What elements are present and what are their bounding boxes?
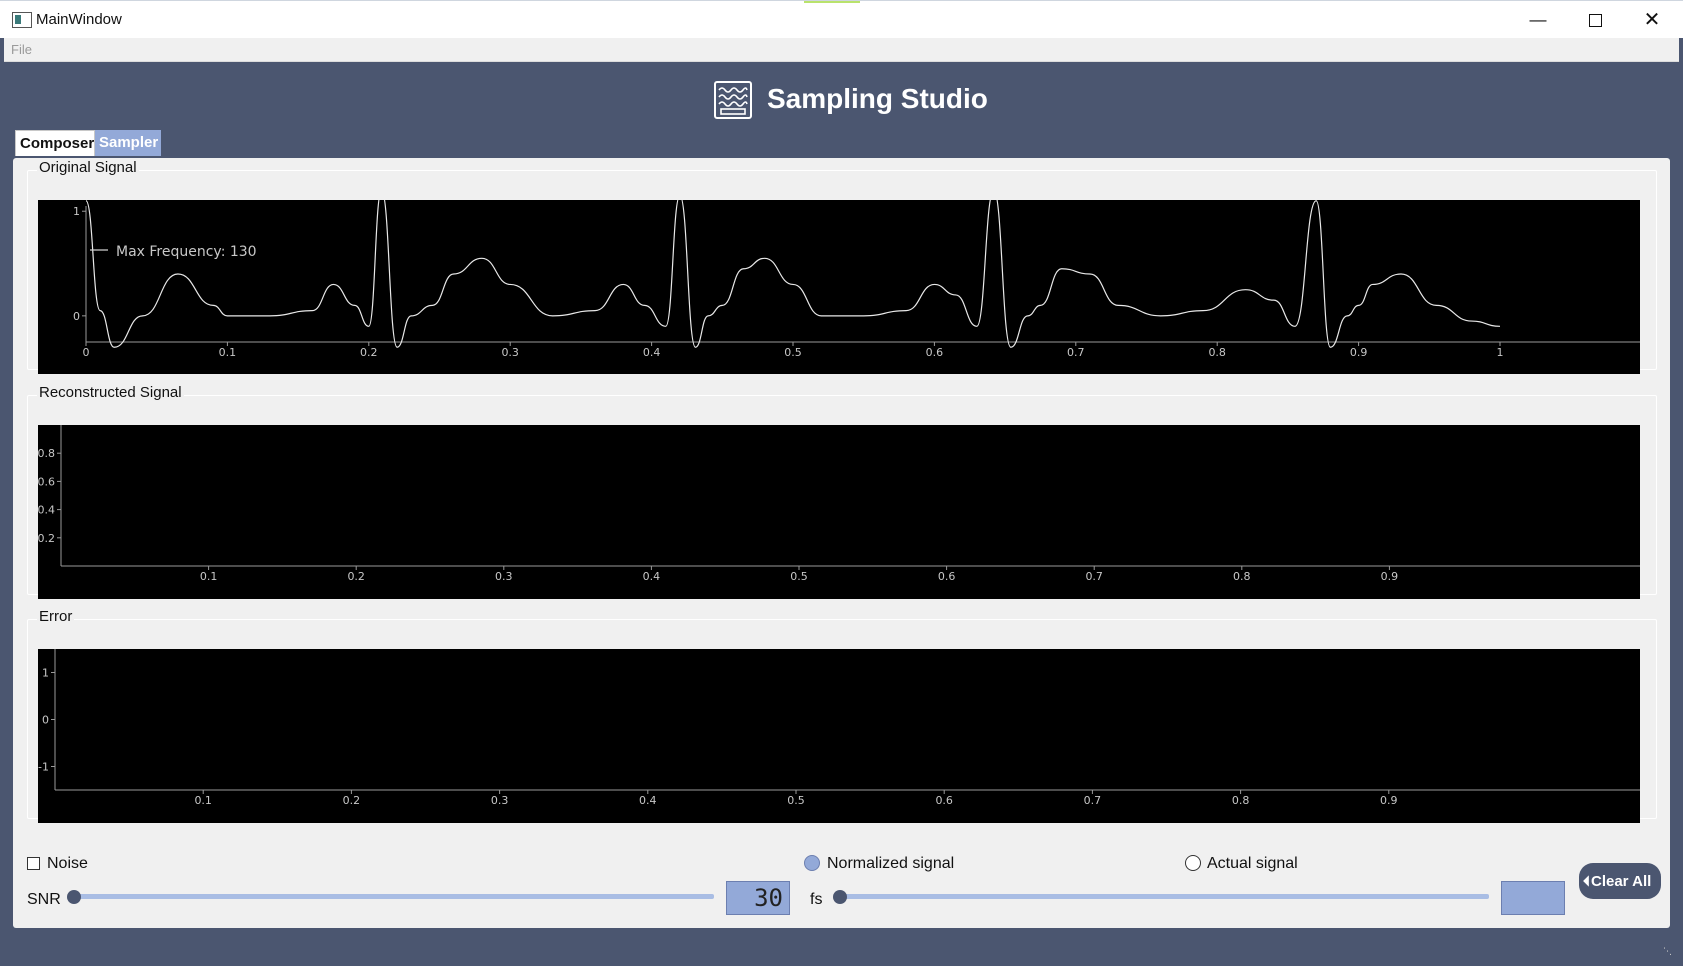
snr-value-display: 30 <box>726 881 790 915</box>
x-tick-label: 0.5 <box>787 794 805 807</box>
reconstructed-signal-title: Reconstructed Signal <box>37 384 184 401</box>
original-signal-group: Original Signal 0 0.1 0.2 0.3 0.4 0.5 0.6 0.7 0.… <box>27 159 1657 374</box>
x-tick-label: 0.9 <box>1350 346 1368 359</box>
title-bar: MainWindow — ✕ <box>0 0 1683 38</box>
x-tick-label: 0.1 <box>194 794 212 807</box>
app-header: Sampling Studio <box>4 74 1679 122</box>
error-group: Error 0.1 0.2 0.3 0.4 0.5 0.6 0.7 0.8 0.9 1 0 -1 <box>27 608 1657 823</box>
tab-sampler[interactable]: Sampler <box>95 130 161 156</box>
app-window-icon <box>12 12 32 28</box>
y-tick-label: -1 <box>38 761 49 774</box>
menu-bar: File <box>4 38 1679 62</box>
x-tick-label: 0.2 <box>347 570 365 583</box>
main-window-content: Sampling Studio Composer Sampler Origina… <box>4 62 1679 962</box>
reconstructed-signal-plot[interactable]: 0.1 0.2 0.3 0.4 0.5 0.6 0.7 0.8 0.9 0.8 0.6 0.4 0.2 <box>38 425 1640 599</box>
x-tick-label: 0.5 <box>790 570 808 583</box>
normalized-signal-radio[interactable] <box>804 855 820 871</box>
minimize-icon[interactable]: — <box>1518 7 1558 33</box>
snr-label: SNR <box>27 891 61 908</box>
x-tick-label: 0.7 <box>1085 570 1103 583</box>
y-tick-label: 1 <box>73 205 80 218</box>
maximize-icon[interactable] <box>1575 7 1615 33</box>
x-tick-label: 0.3 <box>491 794 509 807</box>
app-title: Sampling Studio <box>767 83 988 114</box>
x-tick-label: 0.6 <box>935 794 953 807</box>
x-tick-label: 0.9 <box>1381 570 1399 583</box>
legend-label: Max Frequency: 130 <box>116 244 257 260</box>
x-tick-label: 0.4 <box>639 794 657 807</box>
x-tick-label: 0.1 <box>200 570 218 583</box>
y-tick-label: 0 <box>42 714 49 727</box>
x-tick-label: 0.6 <box>926 346 944 359</box>
title-accent <box>804 1 860 3</box>
noise-checkbox[interactable] <box>27 857 40 870</box>
eraser-icon: ⏴ <box>1583 873 1590 889</box>
actual-signal-label: Actual signal <box>1207 855 1298 872</box>
noise-label: Noise <box>47 855 88 872</box>
composer-panel: Original Signal 0 0.1 0.2 0.3 0.4 0.5 0.6 0.7 0.… <box>13 158 1670 928</box>
y-tick-label: 0.4 <box>38 504 55 517</box>
original-signal-title: Original Signal <box>37 159 139 176</box>
actual-signal-radio[interactable] <box>1185 855 1201 871</box>
fs-value-display <box>1501 881 1565 915</box>
fs-slider-handle[interactable] <box>833 890 847 904</box>
x-tick-label: 0.4 <box>643 346 661 359</box>
x-tick-label: 0.5 <box>784 346 802 359</box>
clear-all-button[interactable]: ⏴Clear All <box>1579 863 1661 899</box>
x-tick-label: 0.8 <box>1233 570 1251 583</box>
fs-label: fs <box>810 891 823 908</box>
x-tick-label: 0.8 <box>1232 794 1250 807</box>
tab-composer[interactable]: Composer <box>15 130 95 156</box>
normalized-signal-label: Normalized signal <box>827 855 955 872</box>
series-line <box>85 200 1501 348</box>
x-tick-label: 0.7 <box>1067 346 1085 359</box>
close-icon[interactable]: ✕ <box>1632 7 1672 33</box>
x-tick-label: 0.2 <box>343 794 361 807</box>
window-title: MainWindow <box>36 11 122 28</box>
y-tick-label: 0 <box>73 310 80 323</box>
snr-slider[interactable] <box>72 894 714 899</box>
y-tick-label: 0.2 <box>38 532 55 545</box>
y-tick-label: 0.8 <box>38 447 55 460</box>
x-tick-label: 0.8 <box>1208 346 1226 359</box>
x-tick-label: 0.3 <box>495 570 513 583</box>
original-signal-plot[interactable]: 0 0.1 0.2 0.3 0.4 0.5 0.6 0.7 0.8 0.9 1 1 0 Max Frequ… <box>38 200 1640 374</box>
waveform-icon <box>714 81 752 119</box>
y-tick-label: 0.6 <box>38 475 55 488</box>
fs-slider[interactable] <box>838 894 1489 899</box>
x-tick-label: 1 <box>1497 346 1504 359</box>
x-tick-label: 0.4 <box>643 570 661 583</box>
x-tick-label: 0.1 <box>219 346 237 359</box>
menu-file[interactable]: File <box>11 42 32 57</box>
reconstructed-signal-group: Reconstructed Signal 0.1 0.2 0.3 0.4 0.5 0.6 0… <box>27 384 1657 599</box>
x-tick-label: 0.9 <box>1380 794 1398 807</box>
resize-grip-icon[interactable]: ⋱ <box>1663 946 1673 956</box>
error-title: Error <box>37 608 75 625</box>
x-tick-label: 0.3 <box>501 346 519 359</box>
x-tick-label: 0.6 <box>938 570 956 583</box>
clear-all-label: Clear All <box>1591 873 1652 890</box>
x-tick-label: 0 <box>83 346 90 359</box>
x-tick-label: 0.2 <box>360 346 378 359</box>
x-tick-label: 0.7 <box>1084 794 1102 807</box>
y-tick-label: 1 <box>42 667 49 680</box>
snr-slider-handle[interactable] <box>67 890 81 904</box>
error-plot[interactable]: 0.1 0.2 0.3 0.4 0.5 0.6 0.7 0.8 0.9 1 0 -1 <box>38 649 1640 823</box>
